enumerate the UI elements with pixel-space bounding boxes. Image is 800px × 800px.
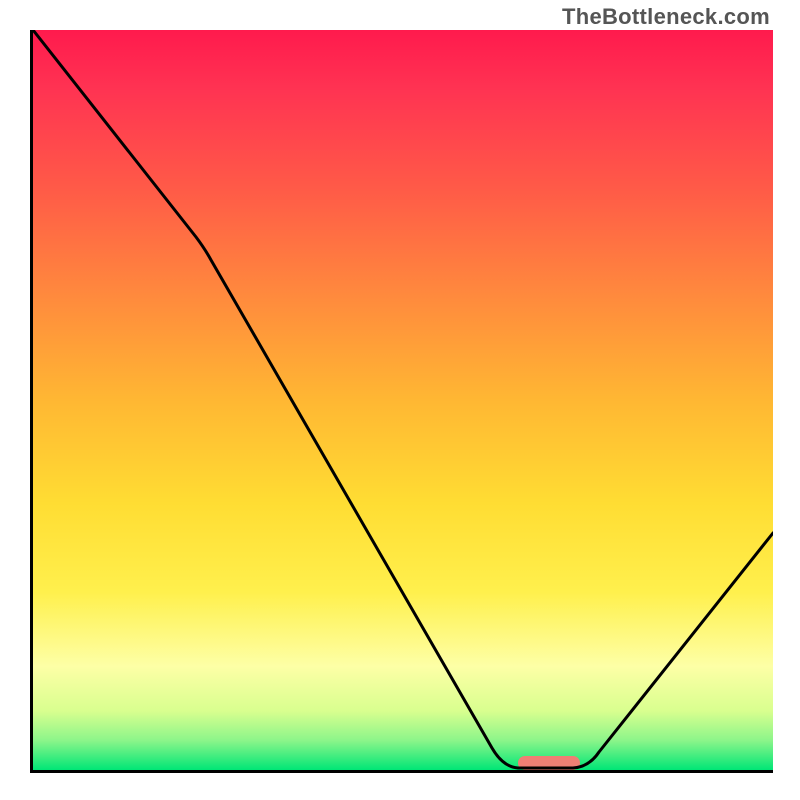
plot-area [30,30,773,773]
watermark-label: TheBottleneck.com [562,4,770,30]
curve-layer [33,30,773,770]
bottleneck-curve [33,30,773,768]
bottleneck-chart: TheBottleneck.com [0,0,800,800]
